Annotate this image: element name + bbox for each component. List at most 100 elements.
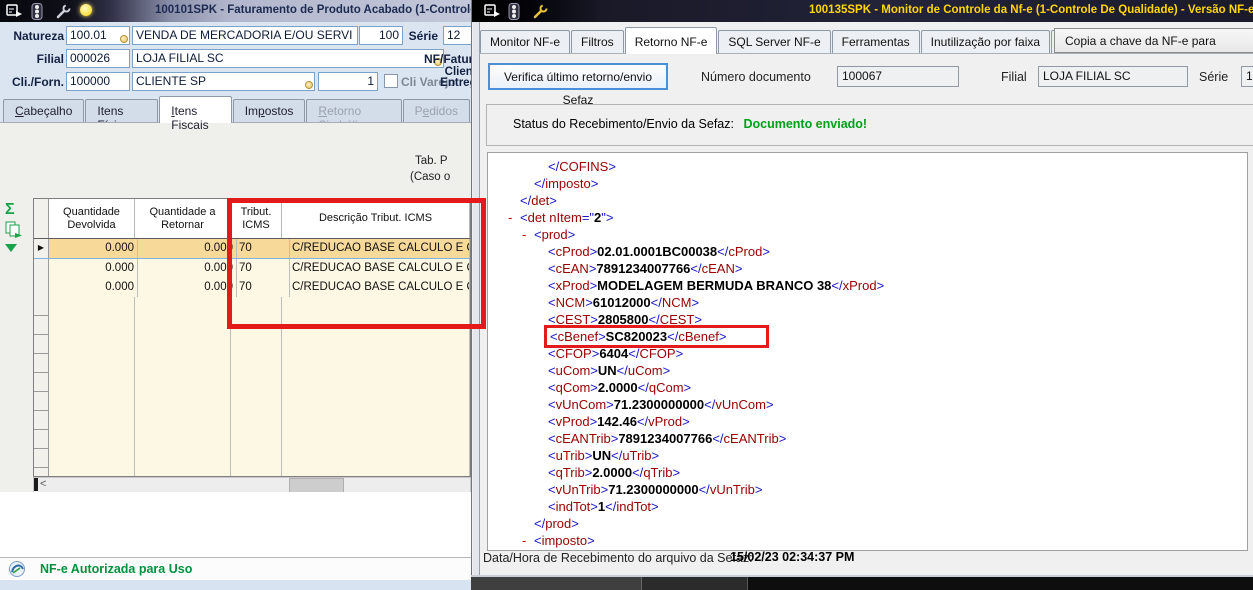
taskbar[interactable] (471, 577, 1253, 590)
xml-line: <xProd>MODELAGEM BERMUDA BRANCO 38</xPro… (548, 278, 885, 293)
tab-pedidos: Pedidos (402, 99, 470, 123)
tab-sql-server-nf-e[interactable]: SQL Server NF-e (718, 30, 831, 54)
column-header[interactable]: Quantidade Devolvida (49, 199, 135, 238)
taskbar-segment[interactable] (642, 577, 748, 590)
filial-desc-field[interactable]: LOJA FILIAL SC (132, 49, 444, 68)
tab-retorno-simb-lico: Retorno Simbólico (306, 99, 402, 132)
collapse-minus[interactable]: - (522, 226, 534, 243)
left-titlebar[interactable]: 100101SPK - Faturamento de Produto Acaba… (0, 0, 471, 22)
tab-strip-divider (479, 53, 1253, 54)
wrench-icon[interactable] (532, 3, 550, 19)
nfe-status-text: NF-e Autorizada para Uso (40, 562, 193, 576)
traffic-light-icon[interactable] (31, 3, 49, 20)
serie-label: Série (408, 29, 438, 43)
form-window-icon[interactable] (6, 3, 24, 19)
serie-field[interactable]: 12 (1241, 66, 1253, 87)
natureza-desc-field[interactable]: VENDA DE MERCADORIA E/OU SERVI (132, 26, 358, 45)
xml-line: <qTrib>2.0000</qTrib> (548, 465, 681, 480)
scrollbar-thumb[interactable] (289, 478, 344, 493)
right-tab-strip: Monitor NF-e Filtros Retorno NF-e SQL Serve… (480, 27, 1082, 54)
tab-inutiliza-o-por-faixa[interactable]: Inutilização por faixa (920, 30, 1051, 54)
xml-line: </imposto> (534, 176, 599, 191)
screen: 100101SPK - Faturamento de Produto Acaba… (0, 0, 1253, 590)
cli-varejo-checkbox[interactable] (384, 74, 398, 88)
datetime-value: 15/02/23 02:34:37 PM (730, 550, 855, 564)
filial-label: Filial (36, 52, 64, 66)
tes-field[interactable]: 100 (359, 26, 403, 45)
lightbulb-icon[interactable] (80, 4, 98, 20)
serie-field[interactable]: 12 (443, 26, 471, 45)
xml-line: - <prod> (522, 226, 576, 243)
clifor-label: Cli./Forn. (12, 75, 64, 89)
sefaz-status-label: Status do Recebimento/Envio da Sefaz: (513, 117, 734, 131)
tab-monitor-nf-e[interactable]: Monitor NF-e (480, 30, 571, 54)
numero-documento-label: Número documento (701, 70, 811, 84)
column-header[interactable]: Quantidade a Retornar (135, 199, 231, 238)
xml-line: <vUnTrib>71.2300000000</vUnTrib> (548, 482, 763, 497)
scroll-left-arrow[interactable]: < (40, 478, 46, 491)
tab-cabe-alho[interactable]: Cabeçalho (3, 99, 85, 123)
xml-line: </det> (520, 193, 557, 208)
copy-rows-icon[interactable] (5, 221, 23, 244)
left-bottom-strip (0, 580, 471, 590)
clifor-desc-field[interactable]: CLIENTE SP (132, 72, 315, 91)
xml-line: <cProd>02.01.0001BC00038</cProd> (548, 244, 770, 259)
xml-viewer[interactable]: </COFINS> </imposto> </det> - <det nItem="2"… (487, 152, 1248, 551)
xml-line: - <det nItem="2"> (508, 209, 614, 226)
sefaz-status-value: Documento enviado! (743, 117, 868, 131)
form-window-icon[interactable] (484, 3, 502, 19)
filter-down-icon[interactable] (5, 244, 17, 252)
right-window: 100135SPK - Monitor de Controle da Nf-e … (471, 0, 1253, 576)
natureza-code-field[interactable]: 100.01 (66, 26, 130, 45)
panel-note-1: Tab. P (415, 155, 448, 167)
numero-documento-field[interactable]: 100067 (837, 66, 959, 87)
tab-impostos[interactable]: Impostos (232, 99, 306, 123)
loja-field[interactable]: 1 (318, 72, 378, 91)
tab-itens-fiscais[interactable]: Itens Fiscais (159, 96, 232, 132)
tab-retorno-nf-e[interactable]: Retorno NF-e (624, 27, 718, 54)
pen-status-icon (8, 560, 26, 577)
serie-label: Série (1199, 70, 1229, 84)
filial-code-field[interactable]: 000026 (66, 49, 130, 68)
tab-itens-f-sicos[interactable]: Itens Físicos (85, 99, 159, 132)
filial-field[interactable]: LOJA FILIAL SC (1038, 66, 1188, 87)
cliente-entrega-label-2: Entrega (440, 77, 471, 89)
xml-line-cbenef: <cBenef>SC820023</cBenef> (488, 325, 1247, 348)
xml-line: <NCM>61012000</NCM> (548, 295, 700, 310)
wrench-icon[interactable] (55, 3, 73, 19)
splitter-handle[interactable] (34, 478, 38, 491)
xml-line: </prod> (534, 516, 579, 531)
panel-note-2: (Caso o (410, 171, 451, 183)
verify-sefaz-button[interactable]: Verifica último retorno/envio Sefaz (488, 63, 668, 107)
xml-line: <indTot>1</indTot> (548, 499, 659, 514)
left-statusbar: NF-e Autorizada para Uso (0, 557, 471, 581)
annotation-rect-grid (227, 198, 486, 329)
xml-line: <cEAN>7891234007766</cEAN> (548, 261, 743, 276)
traffic-light-icon[interactable] (508, 3, 526, 20)
taskbar-segment[interactable] (471, 577, 642, 590)
xml-line: <uTrib>UN</uTrib> (548, 448, 660, 463)
right-window-title: 100135SPK - Monitor de Controle da Nf-e … (809, 4, 1253, 16)
left-window-title: 100101SPK - Faturamento de Produto Acaba… (155, 4, 471, 16)
xml-line: <cEANTrib>7891234007766</cEANTrib> (548, 431, 787, 446)
tab-filtros[interactable]: Filtros (571, 30, 624, 54)
filial-label: Filial (1001, 70, 1027, 84)
sefaz-status-groupbox: Status do Recebimento/Envio da Sefaz: Do… (486, 104, 1253, 146)
xml-line: <vProd>142.46</vProd> (548, 414, 690, 429)
left-lower-area (0, 492, 471, 557)
collapse-minus[interactable]: - (508, 209, 520, 226)
clifor-code-field[interactable]: 100000 (66, 72, 130, 91)
xml-line: <vUnCom>71.2300000000</vUnCom> (548, 397, 774, 412)
right-titlebar[interactable]: 100135SPK - Monitor de Controle da Nf-e … (472, 0, 1253, 22)
left-tab-strip: CabeçalhoItens FísicosItens FiscaisImpos… (3, 96, 471, 132)
sum-icon[interactable]: Σ (5, 202, 15, 218)
natureza-label: Natureza (13, 29, 64, 43)
nf-fatura-label: NF/Fatura (424, 52, 471, 66)
xml-line: <CFOP>6404</CFOP> (548, 346, 684, 361)
collapse-minus[interactable]: - (522, 532, 534, 549)
xml-line: <qCom>2.0000</qCom> (548, 380, 692, 395)
datetime-label: Data/Hora de Recebimento do arquivo da S… (483, 551, 753, 565)
copy-nfe-key-button[interactable]: Copia a chave da NF-e para (1054, 28, 1253, 53)
tab-ferramentas[interactable]: Ferramentas (831, 30, 920, 54)
xml-line: <uCom>UN</uCom> (548, 363, 671, 378)
